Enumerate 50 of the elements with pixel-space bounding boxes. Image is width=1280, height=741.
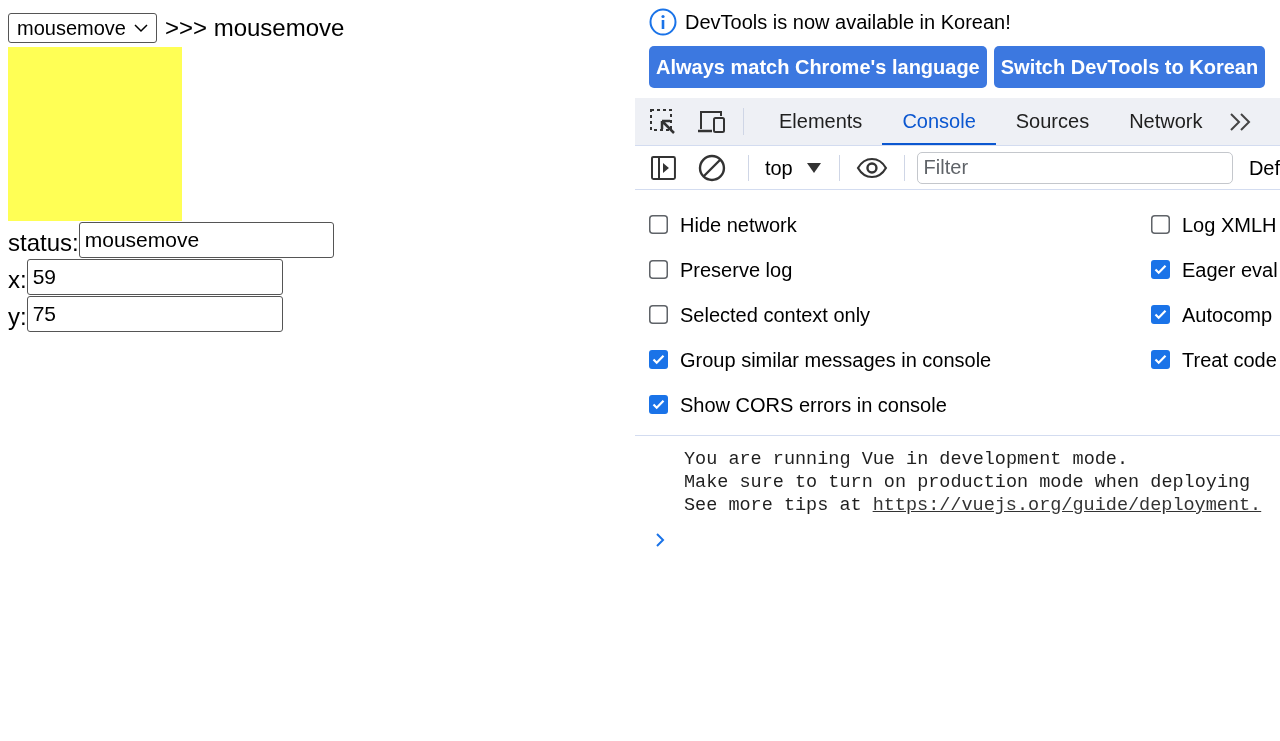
checkbox[interactable] (1151, 215, 1170, 234)
chevron-down-icon (133, 23, 148, 33)
prompt-chevron-icon[interactable] (655, 533, 665, 547)
setting-label: Group similar messages in console (680, 347, 992, 373)
info-icon (649, 8, 677, 36)
event-select[interactable]: mousemove (8, 13, 157, 43)
setting-label: Hide network (680, 212, 797, 238)
checkbox[interactable] (649, 350, 668, 369)
notice-button[interactable]: Switch DevTools to Korean (993, 46, 1266, 88)
console-message: Make sure to turn on production mode when deploying (684, 471, 1251, 494)
notice-text: DevTools is now available in Korean! (685, 10, 1011, 35)
checkbox[interactable] (649, 260, 668, 279)
setting-label: Eager eval (1182, 257, 1278, 283)
checkbox[interactable] (649, 395, 668, 414)
checkbox[interactable] (649, 215, 668, 234)
levels-dropdown[interactable]: Def (1248, 152, 1280, 183)
setting-label: Treat code (1182, 347, 1277, 373)
console-message: See more tips at (684, 494, 862, 517)
text-field[interactable]: mousemove (78, 222, 334, 258)
sidebar-toggle-icon[interactable] (651, 155, 676, 180)
devtools-tab[interactable]: Sources (995, 98, 1110, 145)
field-label: y: (8, 302, 27, 332)
devtools-tab[interactable]: Network (1109, 98, 1223, 145)
filter-field[interactable]: Filter (916, 151, 1233, 184)
clear-icon[interactable] (697, 153, 726, 182)
checkbox[interactable] (649, 305, 668, 324)
setting-label: Preserve log (680, 257, 793, 283)
event-label: >>> mousemove (164, 13, 345, 43)
setting-label: Show CORS errors in console (680, 392, 947, 418)
device-icon[interactable] (697, 108, 727, 135)
field-label: status: (8, 228, 79, 258)
text-field[interactable]: 75 (26, 296, 283, 332)
checkbox[interactable] (1151, 260, 1170, 279)
checkbox[interactable] (1151, 350, 1170, 369)
dropdown-triangle-icon (806, 162, 821, 173)
more-tabs-icon[interactable] (1228, 111, 1251, 132)
context-select[interactable]: top (764, 152, 821, 183)
setting-label: Selected context only (680, 302, 871, 328)
setting-label: Log XMLH (1182, 212, 1277, 238)
field-label: x: (8, 265, 27, 295)
console-message: You are running Vue in development mode. (684, 448, 1129, 471)
text-field[interactable]: 59 (26, 259, 283, 295)
devtools-tab[interactable]: Console (882, 98, 996, 145)
eye-icon[interactable] (855, 156, 888, 179)
inspect-icon[interactable] (649, 107, 677, 136)
checkbox[interactable] (1151, 305, 1170, 324)
url-link[interactable]: https://vuejs.org/guide/deployment. (872, 494, 1262, 517)
notice-button[interactable]: Always match Chrome's language (649, 46, 987, 88)
setting-label: Autocomp (1182, 302, 1273, 328)
devtools-tab[interactable]: Elements (759, 98, 883, 145)
